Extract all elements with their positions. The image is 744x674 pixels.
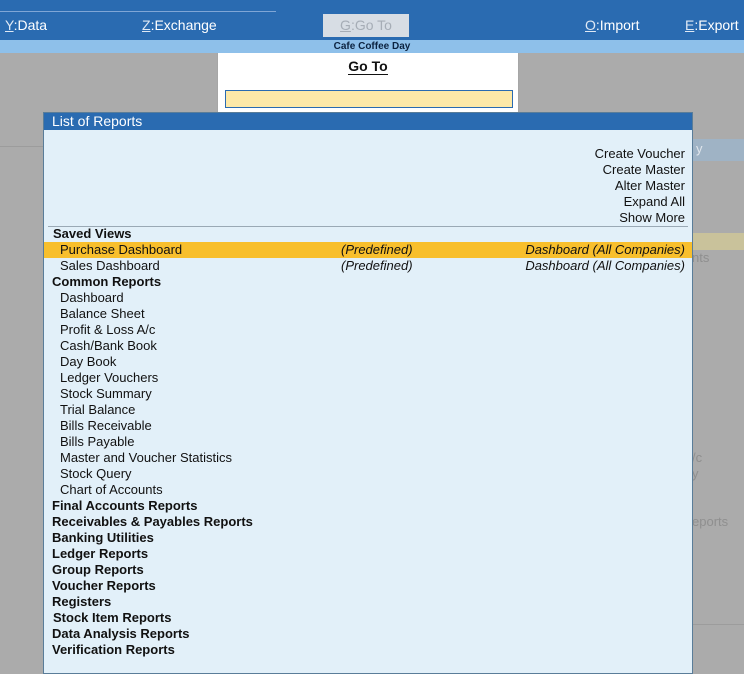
go-to-search-input[interactable] <box>225 90 513 108</box>
report-item-bills-payable[interactable]: Bills Payable <box>60 434 134 450</box>
menu-label: Exchange <box>154 17 217 33</box>
expand-all-button[interactable]: Expand All <box>624 194 685 210</box>
category-ledger-reports[interactable]: Ledger Reports <box>52 546 148 562</box>
menu-go-to[interactable]: G:Go To <box>323 14 409 37</box>
menu-label: Go To <box>354 17 392 33</box>
menu-key: Z <box>142 17 151 33</box>
category-final-accounts-reports[interactable]: Final Accounts Reports <box>52 498 197 514</box>
report-item-stock-query[interactable]: Stock Query <box>60 466 132 482</box>
top-menu-bar: Y:Data Z:Exchange G:Go To O:Import E:Exp… <box>0 0 744 40</box>
create-master-button[interactable]: Create Master <box>603 162 685 178</box>
saved-view-type: Dashboard (All Companies) <box>525 242 685 257</box>
go-to-title: Go To <box>348 58 388 75</box>
saved-view-type: Dashboard (All Companies) <box>525 258 685 273</box>
report-item-dashboard[interactable]: Dashboard <box>60 290 124 306</box>
menu-key: O <box>585 17 596 33</box>
menu-key: Y <box>5 17 14 33</box>
report-item-stock-summary[interactable]: Stock Summary <box>60 386 152 402</box>
saved-view-name: Purchase Dashboard <box>60 242 183 257</box>
saved-view-name: Sales Dashboard <box>60 258 160 273</box>
background-text: y <box>696 141 703 156</box>
menu-exchange[interactable]: Z:Exchange <box>142 17 217 33</box>
menu-export[interactable]: E:Export <box>685 17 739 33</box>
report-item-trial-balance[interactable]: Trial Balance <box>60 402 135 418</box>
section-divider <box>48 226 688 227</box>
saved-view-tag: (Predefined) <box>341 258 413 273</box>
go-to-dialog: Go To <box>217 53 519 113</box>
background-text: nts <box>692 250 710 265</box>
saved-view-purchase-dashboard[interactable]: Purchase Dashboard (Predefined) Dashboar… <box>44 242 692 258</box>
report-item-day-book[interactable]: Day Book <box>60 354 116 370</box>
saved-views-heading: Saved Views <box>53 226 132 241</box>
menu-import[interactable]: O:Import <box>585 17 639 33</box>
category-registers[interactable]: Registers <box>52 594 111 610</box>
report-item-bills-receivable[interactable]: Bills Receivable <box>60 418 152 434</box>
top-menu-divider <box>0 11 276 12</box>
background-divider <box>0 146 44 147</box>
category-verification-reports[interactable]: Verification Reports <box>52 642 175 658</box>
report-item-ledger-vouchers[interactable]: Ledger Vouchers <box>60 370 158 386</box>
menu-label: Export <box>698 17 739 33</box>
category-stock-item-reports[interactable]: Stock Item Reports <box>53 610 171 626</box>
menu-data[interactable]: Y:Data <box>5 17 47 33</box>
alter-master-button[interactable]: Alter Master <box>615 178 685 194</box>
report-item-profit-loss[interactable]: Profit & Loss A/c <box>60 322 155 338</box>
saved-view-sales-dashboard[interactable]: Sales Dashboard (Predefined) Dashboard (… <box>44 258 692 274</box>
list-of-reports-panel: List of Reports Create Voucher Create Ma… <box>43 112 693 674</box>
report-item-cash-bank-book[interactable]: Cash/Bank Book <box>60 338 157 354</box>
category-group-reports[interactable]: Group Reports <box>52 562 144 578</box>
saved-view-tag: (Predefined) <box>341 242 413 257</box>
menu-label: Data <box>17 17 48 33</box>
category-banking-utilities[interactable]: Banking Utilities <box>52 530 154 546</box>
menu-key: G <box>340 17 351 33</box>
menu-label: Import <box>599 17 640 33</box>
create-voucher-button[interactable]: Create Voucher <box>595 146 685 162</box>
background-text: eports <box>692 514 729 529</box>
report-item-master-voucher-statistics[interactable]: Master and Voucher Statistics <box>60 450 232 466</box>
common-reports-heading: Common Reports <box>52 274 162 289</box>
background-divider-bottom <box>692 624 744 625</box>
category-data-analysis-reports[interactable]: Data Analysis Reports <box>52 626 190 642</box>
show-more-button[interactable]: Show More <box>619 210 685 226</box>
background-text: /c <box>692 450 703 465</box>
report-item-chart-of-accounts[interactable]: Chart of Accounts <box>60 482 163 498</box>
list-of-reports-title: List of Reports <box>44 113 692 130</box>
company-name-bar: Cafe Coffee Day <box>0 40 744 53</box>
report-item-balance-sheet[interactable]: Balance Sheet <box>60 306 145 322</box>
menu-key: E <box>685 17 695 33</box>
category-receivables-payables-reports[interactable]: Receivables & Payables Reports <box>52 514 253 530</box>
category-voucher-reports[interactable]: Voucher Reports <box>52 578 156 594</box>
background-highlight <box>692 233 744 250</box>
